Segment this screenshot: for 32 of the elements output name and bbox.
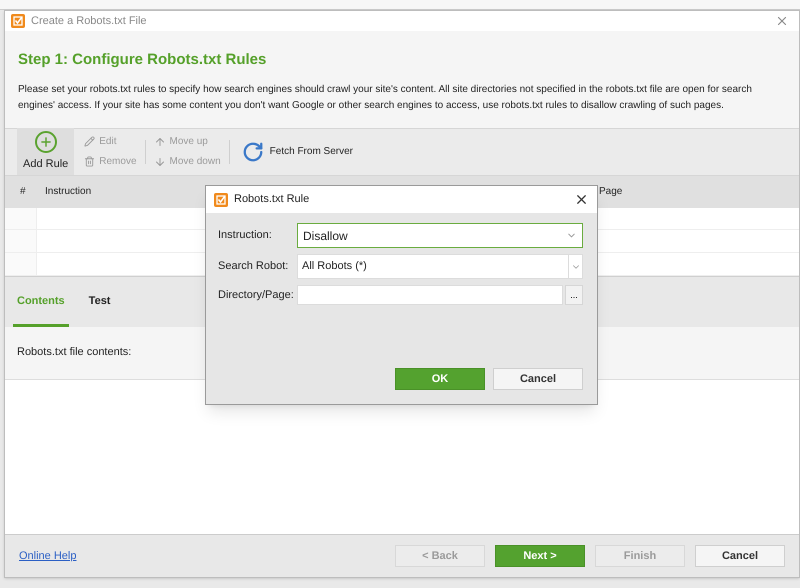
field-label: Search Robot:: [218, 259, 290, 274]
column-header: Page: [599, 185, 624, 199]
step-description: Please set your robots.txt rules to specify how search engines should crawl your site's content. All site directories not specified in the robots.txt file are open for search engines' access. If your site has some content you don't want Google or other search engines to access, use robots.txt rules to disallow crawling of such pages.: [18, 82, 753, 112]
column-header: #: [19, 185, 27, 199]
dialog-title: Robots.txt Rule: [234, 192, 310, 208]
directory-page-field[interactable]: [297, 285, 563, 305]
field-label: Directory/Page:: [218, 288, 295, 303]
instruction-select[interactable]: Disallow: [297, 223, 583, 248]
refresh-icon: [242, 140, 264, 162]
wizard-button[interactable]: Next >: [495, 545, 585, 567]
step-title: Step 1: Configure Robots.txt Rules: [18, 50, 268, 70]
search-robot-field[interactable]: All Robots (*): [297, 254, 569, 279]
online-help-link[interactable]: Online Help: [19, 548, 76, 564]
contents-label: Robots.txt file contents:: [17, 345, 132, 360]
dropdown-button[interactable]: [569, 254, 583, 279]
arrow-down-icon: [154, 156, 166, 168]
wizard-button[interactable]: Cancel: [695, 545, 785, 567]
fetch-from-server-button[interactable]: Fetch From Server: [238, 140, 358, 162]
close-icon[interactable]: [574, 192, 589, 207]
trash-icon: [84, 156, 96, 167]
column-header: Instruction: [44, 185, 92, 199]
window-title: Create a Robots.txt File: [31, 14, 147, 29]
ok-button[interactable]: OK: [395, 368, 485, 390]
arrow-up-icon: [154, 136, 166, 148]
dialog-logo-icon: [214, 192, 228, 206]
tab[interactable]: Test: [84, 293, 114, 326]
field-label: Instruction:: [218, 228, 273, 244]
app-logo-icon: [11, 14, 25, 28]
browse-button[interactable]: ...: [565, 285, 583, 305]
add-rule-button[interactable]: Add Rule: [17, 128, 74, 176]
cancel-button[interactable]: Cancel: [493, 368, 583, 390]
pencil-icon: [84, 136, 96, 147]
